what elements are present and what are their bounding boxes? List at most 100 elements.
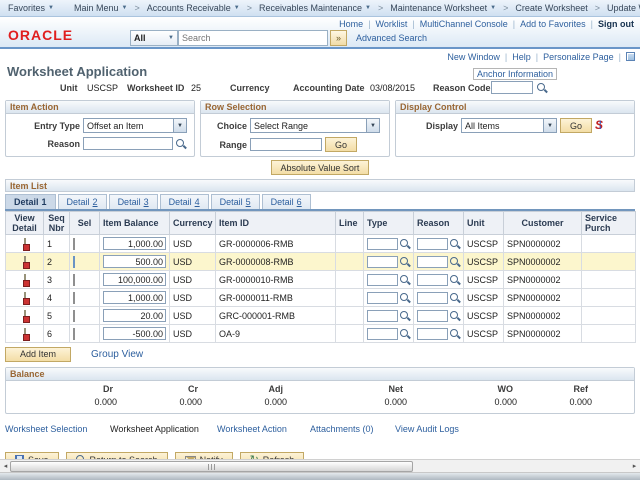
help-link[interactable]: Help — [512, 52, 531, 62]
col-sel: Sel — [69, 211, 100, 235]
type-lookup-icon[interactable] — [400, 238, 410, 249]
scrollbar-thumb[interactable] — [10, 461, 413, 472]
personalize-page-link[interactable]: Personalize Page — [543, 52, 614, 62]
tab-detail-3[interactable]: Detail 3 — [108, 194, 158, 209]
breadcrumb-receivables-maintenance[interactable]: Receivables Maintenance — [259, 3, 371, 13]
item-balance-input[interactable]: 1,000.00 — [103, 237, 166, 250]
breadcrumb-main-menu[interactable]: Main Menu — [74, 3, 127, 13]
select-checkbox[interactable] — [73, 309, 75, 322]
view-detail-icon[interactable] — [23, 273, 26, 286]
reason-input[interactable] — [417, 309, 448, 322]
reason-input[interactable] — [417, 273, 448, 286]
advanced-search-link[interactable]: Advanced Search — [356, 33, 427, 43]
reason-input[interactable] — [417, 255, 448, 268]
group-view-link[interactable]: Group View — [91, 349, 143, 360]
reason-input[interactable] — [417, 327, 448, 340]
home-link[interactable]: Home — [339, 19, 363, 29]
tab-detail-5[interactable]: Detail 5 — [210, 194, 260, 209]
select-checkbox[interactable] — [73, 291, 75, 304]
choice-select[interactable]: Select Range — [250, 118, 380, 133]
breadcrumb-create-worksheet[interactable]: Create Worksheet — [515, 3, 587, 13]
select-checkbox[interactable] — [73, 273, 75, 286]
display-label: Display — [425, 120, 458, 131]
display-select[interactable]: All Items — [461, 118, 557, 133]
breadcrumb-favorites[interactable]: Favorites — [8, 3, 54, 13]
display-go-button[interactable]: Go — [560, 118, 593, 133]
type-input[interactable] — [367, 273, 398, 286]
reason-code-input[interactable] — [491, 81, 533, 94]
worksheet-selection-link[interactable]: Worksheet Selection — [5, 424, 110, 434]
range-label: Range — [219, 139, 247, 150]
type-input[interactable] — [367, 291, 398, 304]
type-input[interactable] — [367, 255, 398, 268]
reason-lookup-icon[interactable] — [450, 238, 460, 249]
item-id-cell: GR-0000008-RMB — [215, 252, 336, 271]
worksheet-action-link[interactable]: Worksheet Action — [217, 424, 310, 434]
reason-lookup-icon[interactable] — [450, 274, 460, 285]
select-checkbox[interactable] — [73, 237, 75, 250]
item-action-reason-lookup-icon[interactable] — [176, 138, 186, 149]
type-input[interactable] — [367, 237, 398, 250]
breadcrumb-maintenance-worksheet[interactable]: Maintenance Worksheet — [390, 3, 496, 13]
tab-detail-6[interactable]: Detail 6 — [261, 194, 311, 209]
search-scope-select[interactable]: All — [130, 30, 178, 46]
type-lookup-icon[interactable] — [400, 310, 410, 321]
attachments-link[interactable]: Attachments (0) — [310, 424, 395, 434]
type-lookup-icon[interactable] — [400, 274, 410, 285]
scroll-right-arrow[interactable] — [630, 461, 639, 472]
type-lookup-icon[interactable] — [400, 328, 410, 339]
tab-detail-2[interactable]: Detail 2 — [57, 194, 107, 209]
breadcrumb-accounts-receivable[interactable]: Accounts Receivable — [147, 3, 240, 13]
view-detail-icon[interactable] — [23, 237, 26, 250]
breadcrumb-update-worksheet[interactable]: Update Worksheet — [607, 3, 640, 13]
reason-lookup-icon[interactable] — [450, 256, 460, 267]
horizontal-scrollbar[interactable] — [0, 459, 640, 473]
reason-code-lookup-icon[interactable] — [537, 83, 547, 93]
search-input[interactable] — [178, 30, 328, 46]
select-checkbox[interactable] — [73, 255, 75, 268]
range-input[interactable] — [250, 138, 322, 151]
new-window-link[interactable]: New Window — [447, 52, 500, 62]
type-input[interactable] — [367, 309, 398, 322]
item-balance-input[interactable]: -500.00 — [103, 327, 166, 340]
absolute-value-sort-button[interactable]: Absolute Value Sort — [270, 160, 370, 175]
view-detail-icon[interactable] — [23, 309, 26, 322]
tab-detail-4[interactable]: Detail 4 — [159, 194, 209, 209]
search-submit-button[interactable] — [330, 30, 347, 46]
currency-symbol-icon[interactable] — [595, 118, 606, 132]
view-detail-icon[interactable] — [23, 255, 26, 268]
item-balance-input[interactable]: 500.00 — [103, 255, 166, 268]
item-balance-input[interactable]: 20.00 — [103, 309, 166, 322]
select-checkbox[interactable] — [73, 327, 75, 340]
line-cell — [335, 252, 364, 271]
worklist-link[interactable]: Worklist — [376, 19, 408, 29]
range-go-button[interactable]: Go — [325, 137, 358, 152]
view-detail-icon[interactable] — [23, 327, 26, 340]
entry-type-select[interactable]: Offset an Item — [83, 118, 187, 133]
choice-label: Choice — [216, 120, 247, 131]
type-lookup-icon[interactable] — [400, 292, 410, 303]
type-lookup-icon[interactable] — [400, 256, 410, 267]
chevron-down-icon — [122, 5, 128, 11]
scroll-left-arrow[interactable] — [1, 461, 10, 472]
reason-input[interactable] — [417, 237, 448, 250]
reason-lookup-icon[interactable] — [450, 292, 460, 303]
view-detail-icon[interactable] — [23, 291, 26, 304]
anchor-information-link[interactable]: Anchor Information — [472, 68, 557, 80]
reason-input[interactable] — [417, 291, 448, 304]
item-balance-input[interactable]: 100,000.00 — [103, 273, 166, 286]
sign-out-link[interactable]: Sign out — [598, 19, 634, 29]
reason-lookup-icon[interactable] — [450, 328, 460, 339]
type-input[interactable] — [367, 327, 398, 340]
view-audit-logs-link[interactable]: View Audit Logs — [395, 424, 459, 434]
tab-detail-1[interactable]: Detail 1 — [5, 194, 56, 209]
add-to-favorites-link[interactable]: Add to Favorites — [520, 19, 586, 29]
add-item-button[interactable]: Add Item — [5, 346, 72, 362]
reason-lookup-icon[interactable] — [450, 310, 460, 321]
item-balance-input[interactable]: 1,000.00 — [103, 291, 166, 304]
multichannel-console-link[interactable]: MultiChannel Console — [420, 19, 508, 29]
item-action-reason-input[interactable] — [83, 137, 173, 150]
title-row: Worksheet Application Anchor Information — [5, 62, 635, 81]
separator: | — [535, 51, 539, 62]
new-window-grid-icon[interactable] — [626, 52, 635, 61]
